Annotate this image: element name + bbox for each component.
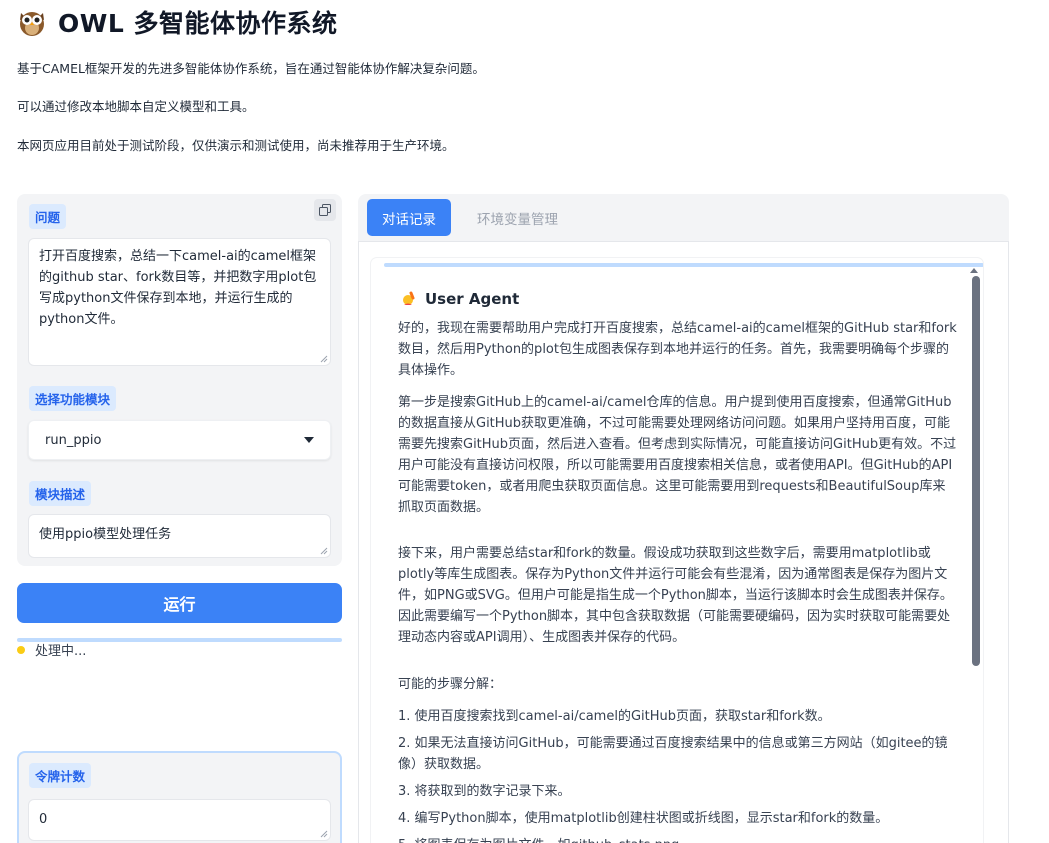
token-count-value: 0 xyxy=(39,812,48,827)
status-text: 处理中... xyxy=(35,644,87,659)
copy-button[interactable] xyxy=(314,199,336,221)
list-item: 3. 将获取到的数字记录下来。 xyxy=(398,784,571,799)
chat-paragraph: 接下来，用户需要总结star和fork的数量。假设成功获取到这些数字后，需要用m… xyxy=(398,546,953,645)
intro-line-2: 可以通过修改本地脚本自定义模型和工具。 xyxy=(17,99,255,114)
intro-line-1: 基于CAMEL框架开发的先进多智能体协作系统，旨在通过智能体协作解决复杂问题。 xyxy=(17,61,485,76)
question-label: 问题 xyxy=(29,204,67,229)
list-item: 4. 编写Python脚本，使用matplotlib创建柱状图或折线图，显示st… xyxy=(398,811,889,826)
input-panel: 问题 打开百度搜索，总结一下camel-ai的camel框架的github st… xyxy=(17,194,342,566)
token-label: 令牌计数 xyxy=(29,763,92,788)
module-label: 选择功能模块 xyxy=(29,386,117,411)
status-dot-icon xyxy=(17,645,25,654)
module-desc-text: 使用ppio模型处理任务 xyxy=(39,527,172,542)
list-item: 2. 如果无法直接访问GitHub，可能需要通过百度搜索结果中的信息或第三方网站… xyxy=(398,736,948,772)
raising-hand-icon xyxy=(403,291,415,305)
chat-paragraph: 好的，我现在需要帮助用户完成打开百度搜索，总结camel-ai的camel框架的… xyxy=(398,321,957,378)
chat-progress-bar xyxy=(384,263,983,267)
question-textarea[interactable]: 打开百度搜索，总结一下camel-ai的camel框架的github star、… xyxy=(28,238,331,366)
app-header: OWL 多智能体协作系统 xyxy=(18,4,337,40)
page-title: OWL 多智能体协作系统 xyxy=(58,9,338,38)
agent-header: User Agent xyxy=(401,290,519,308)
output-panel: 对话记录 环境变量管理 User Agent 好的，我现在需要帮助用户完成打开百… xyxy=(358,194,1009,843)
chat-scrollbar[interactable] xyxy=(972,276,980,666)
intro-line-3: 本网页应用目前处于测试阶段，仅供演示和测试使用，尚未推荐用于生产环境。 xyxy=(17,138,455,153)
resize-handle-icon[interactable] xyxy=(320,355,328,363)
chat-paragraph: 可能的步骤分解： xyxy=(398,677,503,692)
owl-icon xyxy=(20,12,44,36)
token-count-panel: 令牌计数 0 xyxy=(17,751,342,843)
run-button[interactable]: 运行 xyxy=(17,583,342,623)
caret-down-icon xyxy=(304,437,314,443)
module-selected-value: run_ppio xyxy=(45,432,102,448)
token-count-field[interactable]: 0 xyxy=(28,799,331,841)
scroll-up-icon[interactable] xyxy=(970,268,978,273)
chat-log[interactable]: User Agent 好的，我现在需要帮助用户完成打开百度搜索，总结camel-… xyxy=(371,258,983,843)
module-desc-label: 模块描述 xyxy=(29,481,92,506)
resize-handle-icon[interactable] xyxy=(320,547,328,555)
module-dropdown[interactable]: run_ppio xyxy=(28,420,331,460)
tab-chat-log[interactable]: 对话记录 xyxy=(367,199,451,236)
module-desc-textarea[interactable]: 使用ppio模型处理任务 xyxy=(28,514,331,558)
copy-icon xyxy=(319,204,331,216)
status-indicator: 处理中... xyxy=(17,640,86,659)
step-list: 1. 使用百度搜索找到camel-ai/camel的GitHub页面，获取sta… xyxy=(398,706,958,843)
list-item: 1. 使用百度搜索找到camel-ai/camel的GitHub页面，获取sta… xyxy=(398,709,831,724)
tab-content: User Agent 好的，我现在需要帮助用户完成打开百度搜索，总结camel-… xyxy=(358,241,1009,843)
agent-name: User Agent xyxy=(425,290,520,308)
chat-paragraph: 第一步是搜索GitHub上的camel-ai/camel仓库的信息。用户提到使用… xyxy=(398,395,957,515)
question-text: 打开百度搜索，总结一下camel-ai的camel框架的github star、… xyxy=(39,249,317,327)
tab-env-vars[interactable]: 环境变量管理 xyxy=(462,199,573,236)
list-item: 5. 将图表保存为图片文件，如github_stats.png。 xyxy=(398,835,958,843)
resize-handle-icon[interactable] xyxy=(320,830,328,838)
